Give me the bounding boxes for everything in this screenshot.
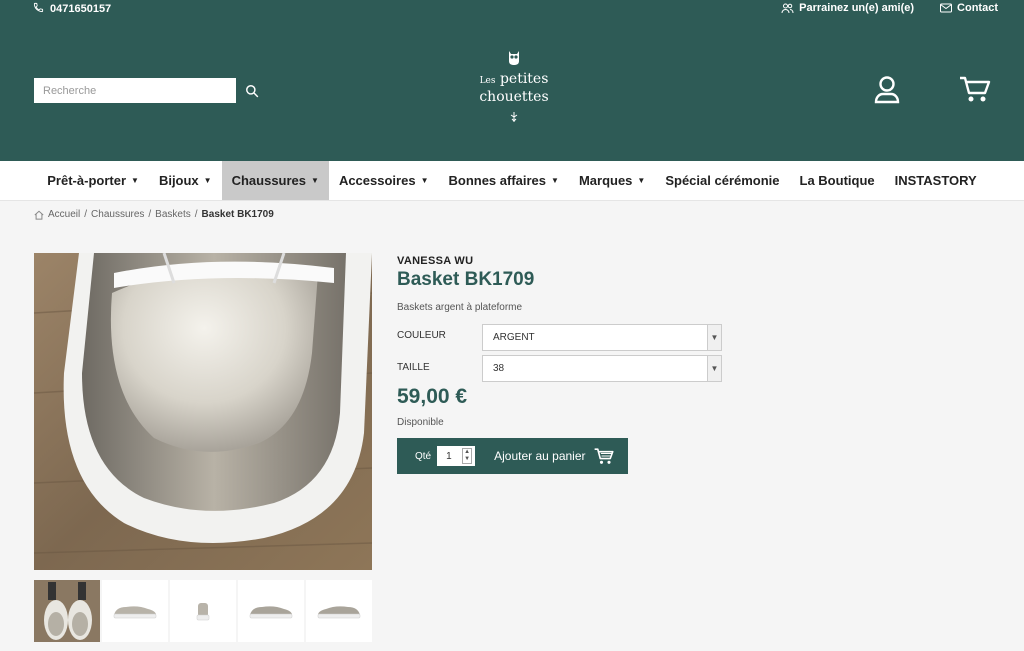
phone-icon: [33, 2, 44, 16]
chevron-down-icon: ▼: [707, 356, 721, 381]
thumbnail-5[interactable]: [306, 580, 372, 642]
breadcrumb-sep: /: [194, 209, 198, 220]
quantity-stepper[interactable]: 1 ▲ ▼: [437, 446, 476, 466]
phone-link[interactable]: 0471650157: [33, 2, 111, 16]
nav-item-bijoux[interactable]: Bijoux ▼: [149, 161, 222, 200]
color-select[interactable]: ARGENT ▼: [482, 324, 722, 351]
nav-item-instastory[interactable]: INSTASTORY: [885, 161, 987, 200]
cart-icon: [594, 448, 614, 464]
nav-label: Marques: [578, 173, 633, 188]
chevron-down-icon: ▼: [637, 176, 646, 185]
site-header: 0471650157 Parrainez un(e) ami(e) Contac…: [0, 0, 1024, 161]
phone-number: 0471650157: [50, 3, 112, 15]
search-icon: [246, 84, 259, 97]
size-select-value: 38: [493, 363, 505, 374]
logo-text-small: Les: [479, 76, 496, 86]
thumbnail-3[interactable]: [170, 580, 236, 642]
breadcrumb-home[interactable]: Accueil: [48, 209, 80, 220]
cart-icon: [960, 76, 991, 102]
thumbnail-4[interactable]: [238, 580, 304, 642]
breadcrumb-sep: /: [148, 209, 152, 220]
nav-item-la-boutique[interactable]: La Boutique: [790, 161, 885, 200]
add-to-cart-label: Ajouter au panier: [494, 449, 586, 463]
breadcrumb: Accueil / Chaussures / Baskets / Basket …: [34, 209, 274, 220]
nav-label: La Boutique: [799, 173, 875, 188]
nav-label: Bijoux: [158, 173, 199, 188]
thumbnail-1[interactable]: [34, 580, 100, 642]
envelope-icon: [940, 3, 953, 13]
user-icon: [874, 76, 900, 104]
top-bar: 0471650157 Parrainez un(e) ami(e) Contac…: [0, 0, 1024, 16]
quantity-spinner-icon[interactable]: ▲ ▼: [462, 448, 473, 464]
breadcrumb-sep: /: [84, 209, 88, 220]
quantity-value: 1: [446, 450, 452, 462]
search-button[interactable]: [244, 83, 260, 99]
thumbnail-2[interactable]: [102, 580, 168, 642]
color-select-value: ARGENT: [493, 332, 535, 343]
chevron-down-icon: ▼: [311, 176, 319, 185]
nav-label: Chaussures: [231, 173, 307, 188]
nav-item-chaussures[interactable]: Chaussures ▼: [221, 161, 329, 200]
chevron-down-icon: ▼: [707, 325, 721, 350]
breadcrumb-baskets[interactable]: Baskets: [155, 209, 191, 220]
chevron-down-icon: ▼: [551, 176, 559, 185]
logo-text-1: petites: [499, 71, 549, 87]
add-to-cart-form: Qté 1 ▲ ▼ Ajouter au panier: [397, 438, 628, 474]
product-subtitle: Baskets argent à plateforme: [397, 302, 523, 313]
nav-label: Spécial cérémonie: [665, 173, 780, 188]
cart-button[interactable]: [959, 75, 991, 108]
logo-text-2: chouettes: [479, 89, 549, 105]
home-icon: [34, 210, 44, 220]
availability-status: Disponible: [397, 417, 444, 428]
product-price: 59,00 €: [397, 385, 468, 408]
nav-item-accessoires[interactable]: Accessoires ▼: [329, 161, 439, 200]
nav-label: INSTASTORY: [894, 173, 977, 188]
product-main-image[interactable]: [34, 253, 372, 570]
add-to-cart-button[interactable]: Ajouter au panier: [494, 447, 614, 465]
nav-item-marques[interactable]: Marques ▼: [569, 161, 655, 200]
nav-label: Accessoires: [338, 173, 416, 188]
breadcrumb-chaussures[interactable]: Chaussures: [91, 209, 144, 220]
search-bar: [34, 78, 260, 103]
size-label: TAILLE: [397, 362, 430, 373]
chevron-down-icon: ▼: [203, 176, 212, 185]
nav-item-special-ceremonie[interactable]: Spécial cérémonie: [655, 161, 789, 200]
users-icon: [781, 3, 794, 13]
product-brand[interactable]: VANESSA WU: [397, 255, 473, 267]
product-title: Basket BK1709: [397, 269, 535, 290]
nav-label: Bonnes affaires: [448, 173, 547, 188]
chevron-down-icon: ▼: [420, 176, 429, 185]
owl-icon: [509, 51, 519, 65]
thumbnail-strip: [34, 580, 372, 642]
sponsor-label: Parrainez un(e) ami(e): [799, 2, 915, 14]
sponsor-link[interactable]: Parrainez un(e) ami(e): [781, 2, 914, 14]
site-logo[interactable]: Les petites chouettes: [474, 50, 554, 123]
quantity-label: Qté: [415, 450, 432, 462]
account-button[interactable]: [874, 76, 900, 109]
contact-link[interactable]: Contact: [940, 2, 998, 14]
main-nav: Prêt-à-porter ▼ Bijoux ▼ Chaussures ▼ Acces…: [0, 161, 1024, 201]
search-input[interactable]: [34, 78, 236, 103]
nav-label: Prêt-à-porter: [47, 173, 127, 188]
size-select[interactable]: 38 ▼: [482, 355, 722, 382]
contact-label: Contact: [957, 2, 998, 14]
color-label: COULEUR: [397, 330, 446, 341]
breadcrumb-current: Basket BK1709: [201, 209, 274, 220]
chevron-down-icon: ▼: [131, 176, 139, 185]
nav-item-pret-a-porter[interactable]: Prêt-à-porter ▼: [37, 161, 149, 200]
nav-item-bonnes-affaires[interactable]: Bonnes affaires ▼: [438, 161, 568, 200]
feather-icon: [510, 112, 518, 122]
